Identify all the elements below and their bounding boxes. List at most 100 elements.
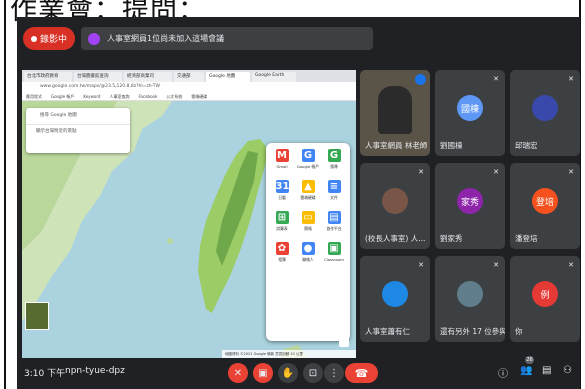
participant-name: 邱瑞宏 [515,141,538,150]
participant-video [378,86,412,134]
bookmark[interactable]: 人事室查詢 [109,92,129,100]
app-launcher-item[interactable]: ✿ 相簿 [270,242,294,263]
present-screen-icon[interactable]: ⊡ [303,363,323,383]
app-label: Google 帳戶 [296,164,320,169]
avatar: 家秀 [457,188,483,214]
browser-tab-bar: 台北市政府教育 台灣圖書館查詢 經濟部商業司 交通部 Google 地圖 Goo… [22,70,356,82]
app-launcher-item[interactable]: ● 聯絡人 [296,242,320,263]
avatar [382,188,408,214]
meeting-code: npn-tyue-dpz [65,366,125,376]
app-label: 文件 [330,195,338,200]
avatar [457,281,483,307]
meet-window: 錄影中 人事室網員1位尚未加入這場會議 台北市政府教育 台灣圖書館查詢 經濟部商… [17,17,580,389]
avatar [532,95,558,121]
participant-name: 劉國棟 [440,141,463,150]
activities-icon[interactable]: ⚇ [563,365,572,376]
app-launcher-item[interactable]: ▭ 簡報 [296,211,320,232]
app-launcher-item[interactable]: G 搜尋 [322,149,346,170]
map-zoom-control[interactable] [339,325,349,347]
mic-muted-icon: ✕ [568,168,574,176]
app-icon: 31 [275,180,290,193]
participant-name: 人事室網員 林老師 [365,141,428,150]
chat-icon[interactable]: ▤ [542,365,551,376]
browser-tab-active[interactable]: Google 地圖 [206,72,250,82]
app-label: 聯絡人 [302,257,314,262]
app-icon: ✿ [275,242,289,255]
app-launcher-item[interactable]: G Google 帳戶 [296,149,320,170]
app-launcher-item[interactable]: ▲ 雲端硬碟 [296,180,320,201]
people-icon[interactable]: 👥 [520,365,532,376]
app-label: 搜尋 [330,164,338,169]
map-search-card: 搜尋 Google 地圖 顯示台灣附近的景點 [26,108,130,153]
browser-tab[interactable]: 台北市政府教育 [24,72,72,82]
app-launcher-item[interactable]: 31 日曆 [270,180,294,201]
camera-off-icon[interactable]: ▣ [253,363,273,383]
mic-muted-icon: ✕ [493,261,499,269]
participant-tile[interactable]: ✕ 人事室蕭有仁 [360,256,430,342]
document-frame-left [4,0,6,389]
bookmark[interactable]: 應用程式 [26,92,42,100]
app-launcher-item[interactable]: ▣ Classroom [322,242,346,262]
app-icon: ⊞ [275,211,289,224]
map-suggestion[interactable]: 顯示台灣附近的景點 [26,125,130,139]
google-apps-panel: M Gmail G Google 帳戶 G 搜尋 31 日曆 ▲ 雲端硬碟 ≡ 文件 ⊞ 試算表 ▭ 簡報 ▤ 協… [266,143,350,341]
browser-tab[interactable]: 經濟部商業司 [124,72,172,82]
participant-tile[interactable]: ✕ 例你 [510,256,580,342]
map-layers-button[interactable] [25,302,49,330]
raise-hand-icon[interactable]: ✋ [278,363,298,383]
bookmark[interactable]: 雲端硬碟 [191,92,207,100]
presenter-notice: 人事室網員1位尚未加入這場會議 [81,27,373,50]
meeting-controls-bar: 3:10 下午 npn-tyue-dpz ✕ ▣ ✋ ⊡ ⋮ ☎ ⓘ 👥 26 … [17,354,580,389]
participant-tile[interactable]: ✕ 還有另外 17 位參與者 [435,256,505,342]
browser-tab[interactable]: 台灣圖書館查詢 [74,72,122,82]
bookmark[interactable]: Facebook [138,92,157,100]
app-launcher-item[interactable]: ▤ 協作平台 [322,211,346,232]
app-icon: ▣ [327,242,341,255]
participant-name: 潘登培 [515,234,538,243]
bookmark[interactable]: Keyword [83,92,100,100]
bookmark[interactable]: 公文系統 [166,92,182,100]
app-icon: M [275,149,289,162]
participant-name: 你 [515,327,523,336]
participant-tile[interactable]: ✕ (校長人事室) 人... [360,163,430,249]
mic-muted-icon: ✕ [568,261,574,269]
bookmark[interactable]: Google 帳戶 [51,92,74,100]
app-label: 簡報 [304,226,312,231]
app-label: 雲端硬碟 [300,195,316,200]
app-icon: ▲ [301,180,315,193]
app-launcher-item[interactable]: ≡ 文件 [322,180,346,201]
browser-tab[interactable]: 交通部 [174,72,204,82]
app-icon: ● [301,242,315,255]
recording-button[interactable]: 錄影中 [23,27,75,50]
participant-tile[interactable]: ✕ 國棟 劉國棟 [435,70,505,156]
shared-screen: 台北市政府教育 台灣圖書館查詢 經濟部商業司 交通部 Google 地圖 Goo… [22,70,356,358]
app-launcher-item[interactable]: ⊞ 試算表 [270,211,294,232]
app-label: 試算表 [276,226,288,231]
map-search-input[interactable]: 搜尋 Google 地圖 [26,108,130,125]
leave-call-button[interactable]: ☎ [345,363,378,383]
bookmarks-bar: 應用程式 Google 帳戶 Keyword 人事室查詢 Facebook 公文… [22,92,356,101]
record-icon [30,35,37,42]
app-icon: ≡ [327,180,341,193]
app-label: 相簿 [278,257,286,262]
browser-tab[interactable]: Google Earth [252,72,296,82]
info-icon[interactable]: ⓘ [498,365,508,380]
more-options-icon[interactable]: ⋮ [324,363,344,383]
avatar: 國棟 [457,95,483,121]
mic-muted-icon: ✕ [493,168,499,176]
microphone-off-icon[interactable]: ✕ [228,363,248,383]
mic-muted-icon: ✕ [418,168,424,176]
participant-count-badge: 26 [525,356,534,364]
app-icon: G [301,149,315,162]
app-launcher-item[interactable]: M Gmail [270,149,294,169]
address-bar[interactable]: www.google.com.tw/maps/@23.5,120.8,8z?hl… [22,82,356,92]
app-icon: ▤ [327,211,341,224]
participant-tile[interactable]: ✕ 登培 潘登培 [510,163,580,249]
participant-tile[interactable]: ✕ 家秀劉家秀 [435,163,505,249]
participant-name: 劉家秀 [440,234,463,243]
participant-tile[interactable]: ✕ 邱瑞宏 [510,70,580,156]
participant-name: 還有另外 17 位參與者 [440,327,505,336]
mic-muted-icon: ✕ [418,261,424,269]
participant-tile[interactable]: 人事室網員 林老師 [360,70,430,156]
avatar: 例 [532,281,558,307]
